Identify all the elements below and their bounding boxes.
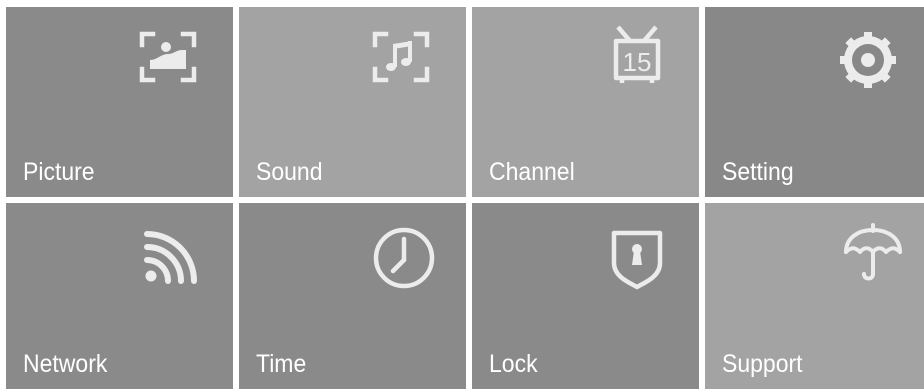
channel-icon: 15	[613, 25, 661, 83]
tile-setting[interactable]: Setting	[705, 7, 924, 197]
picture-icon	[139, 31, 197, 83]
lock-icon	[611, 230, 663, 290]
tile-sound[interactable]: Sound	[239, 7, 466, 197]
tile-label-network: Network	[23, 350, 108, 378]
tile-channel[interactable]: 15 Channel	[472, 7, 699, 197]
tile-label-picture: Picture	[23, 158, 95, 186]
tile-network[interactable]: Network	[6, 203, 233, 389]
tile-lock[interactable]: Lock	[472, 203, 699, 389]
tile-label-time: Time	[256, 350, 307, 378]
tile-label-channel: Channel	[489, 158, 575, 186]
network-icon	[144, 231, 197, 284]
tile-label-sound: Sound	[256, 158, 323, 186]
sound-icon	[372, 31, 430, 83]
channel-number: 15	[623, 47, 652, 77]
setting-icon	[840, 32, 896, 88]
tile-label-setting: Setting	[722, 158, 794, 186]
time-icon	[373, 227, 435, 289]
tile-label-lock: Lock	[489, 350, 538, 378]
tile-label-support: Support	[722, 350, 803, 378]
tile-support[interactable]: Support	[705, 203, 924, 389]
main-menu-grid: Picture Sound 15 Channel Setting Network…	[0, 0, 924, 389]
tile-picture[interactable]: Picture	[6, 7, 233, 197]
support-icon	[844, 223, 902, 281]
tile-time[interactable]: Time	[239, 203, 466, 389]
